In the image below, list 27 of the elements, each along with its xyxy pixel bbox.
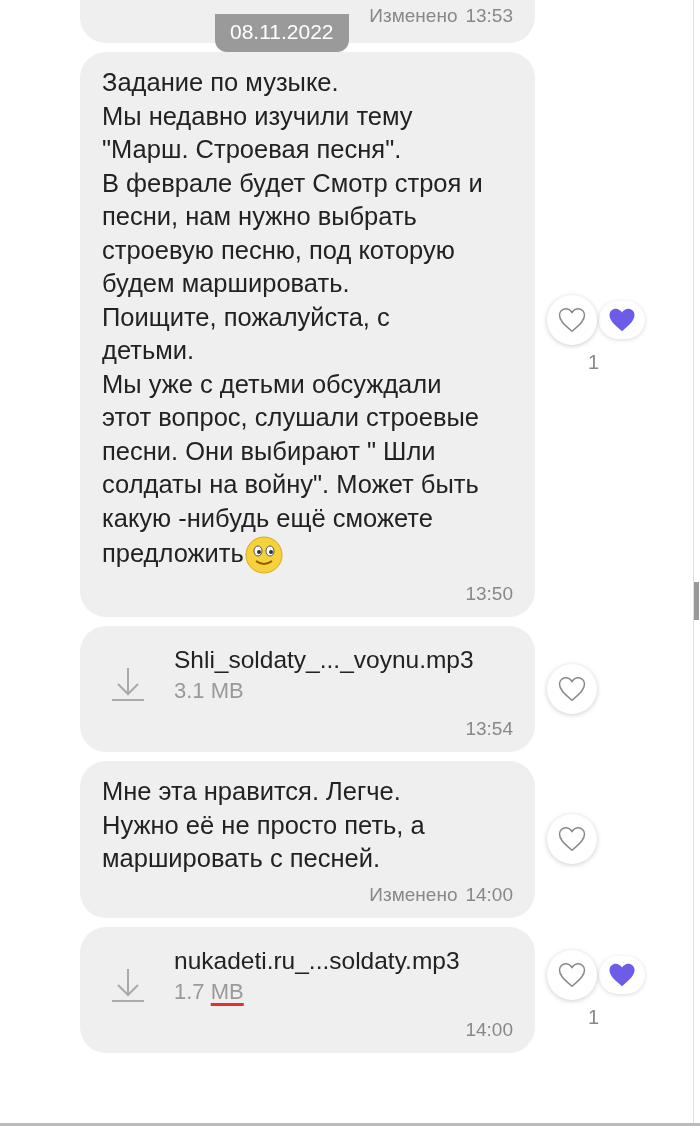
file-size: 3.1 MB	[174, 678, 245, 704]
message-time: 14:00	[465, 1018, 513, 1041]
message-time: 13:54	[465, 718, 513, 740]
file-name: nukadeti.ru_...soldaty.mp3	[174, 946, 461, 975]
heart-icon	[557, 960, 587, 990]
message-text: Задание по музыке. Мы недавно изучили тему "Марш. Строевая песня". В феврале будет Смотр строя и песни, нам нужно выбрать строевую песню, под которую будем маршировать. Поищите, пожалуйста, с детьми. Мы уже с детьми обсуждали этот вопрос, слушали строевые песни. Они выбирают " Шли солдаты на войну". Может быть какую -нибудь ещё сможете предложить	[102, 66, 483, 575]
message-text: Мне эта нравится. Легче. Нужно её не просто петь, а маршировать с песней.	[102, 776, 426, 874]
like-button[interactable]	[547, 664, 597, 714]
message-time: 13:50	[465, 583, 513, 605]
date-badge: 08.11.2022	[215, 14, 349, 52]
download-icon[interactable]	[110, 666, 146, 702]
reaction-chip[interactable]	[599, 301, 645, 339]
message-time: 13:53	[465, 4, 513, 27]
like-button[interactable]	[547, 950, 597, 1000]
download-icon[interactable]	[110, 966, 146, 1003]
like-button[interactable]	[547, 814, 597, 865]
message-time: 14:00	[465, 883, 513, 906]
like-button[interactable]	[547, 295, 597, 345]
file-size: 1.7 MB	[174, 978, 245, 1005]
reaction-chip[interactable]	[599, 956, 645, 994]
reaction-count: 1	[588, 351, 600, 374]
file-name: Shli_soldaty_..._voynu.mp3	[174, 646, 475, 674]
edited-label: Изменено	[369, 4, 458, 27]
reaction-count: 1	[588, 1006, 600, 1029]
heart-icon	[557, 305, 587, 335]
heart-icon	[557, 674, 587, 704]
edited-label: Изменено	[369, 883, 458, 906]
